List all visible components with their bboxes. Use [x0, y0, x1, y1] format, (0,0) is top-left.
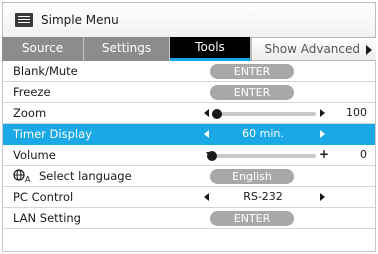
volume-slider[interactable]	[207, 151, 316, 161]
lan-setting-label: LAN Setting	[13, 211, 81, 225]
zoom-label: Zoom	[13, 106, 47, 120]
language-value-button[interactable]: English	[210, 169, 294, 184]
freeze-enter-button[interactable]: ENTER	[210, 85, 294, 100]
tools-menu-list: Blank/Mute ENTER Freeze ENTER Zoom 100 T…	[2, 61, 376, 252]
svg-text:A: A	[25, 175, 31, 183]
pc-control-next-arrow-icon[interactable]	[320, 193, 325, 201]
select-language-label: Select language	[39, 169, 132, 183]
volume-plus-icon[interactable]: +	[319, 147, 329, 161]
zoom-slider-knob[interactable]	[212, 109, 223, 119]
zoom-slider[interactable]	[212, 109, 316, 119]
tab-source[interactable]: Source	[2, 37, 84, 61]
menu-row-volume[interactable]: Volume − + 0	[3, 145, 375, 166]
triangle-right-icon	[366, 45, 372, 55]
freeze-label: Freeze	[13, 85, 51, 99]
volume-label: Volume	[13, 148, 56, 162]
timer-increase-arrow-icon[interactable]	[320, 130, 325, 138]
language-globe-icon: A	[13, 169, 31, 183]
show-advanced-label: Show Advanced	[264, 42, 360, 56]
lan-setting-enter-button[interactable]: ENTER	[210, 211, 294, 226]
tab-bar: Source Settings Tools Show Advanced	[2, 37, 376, 61]
zoom-value: 100	[346, 106, 367, 119]
tab-settings[interactable]: Settings	[84, 37, 170, 61]
timer-display-value: 60 min.	[242, 127, 284, 140]
volume-slider-knob[interactable]	[207, 151, 217, 161]
pc-control-prev-arrow-icon[interactable]	[204, 193, 209, 201]
zoom-decrease-arrow-icon[interactable]	[204, 109, 209, 117]
menu-list-icon	[15, 13, 33, 27]
menu-row-lan-setting[interactable]: LAN Setting ENTER	[3, 208, 375, 229]
projector-menu-window: Simple Menu Source Settings Tools Show A…	[0, 0, 378, 254]
window-title: Simple Menu	[41, 13, 119, 27]
zoom-increase-arrow-icon[interactable]	[320, 109, 325, 117]
timer-display-label: Timer Display	[13, 127, 92, 141]
title-bar: Simple Menu	[2, 2, 376, 37]
menu-row-blank-mute[interactable]: Blank/Mute ENTER	[3, 61, 375, 82]
blank-mute-enter-button[interactable]: ENTER	[210, 64, 294, 79]
menu-row-pc-control[interactable]: PC Control RS-232	[3, 187, 375, 208]
menu-row-freeze[interactable]: Freeze ENTER	[3, 82, 375, 103]
menu-row-select-language[interactable]: A Select language English	[3, 166, 375, 187]
show-advanced-button[interactable]: Show Advanced	[251, 37, 376, 61]
blank-mute-label: Blank/Mute	[13, 64, 78, 78]
menu-row-timer-display[interactable]: Timer Display 60 min.	[3, 124, 375, 145]
volume-value: 0	[360, 148, 367, 161]
menu-row-zoom[interactable]: Zoom 100	[3, 103, 375, 124]
pc-control-value: RS-232	[243, 190, 283, 203]
pc-control-label: PC Control	[13, 190, 74, 204]
timer-decrease-arrow-icon[interactable]	[204, 130, 209, 138]
tab-tools[interactable]: Tools	[170, 37, 251, 61]
